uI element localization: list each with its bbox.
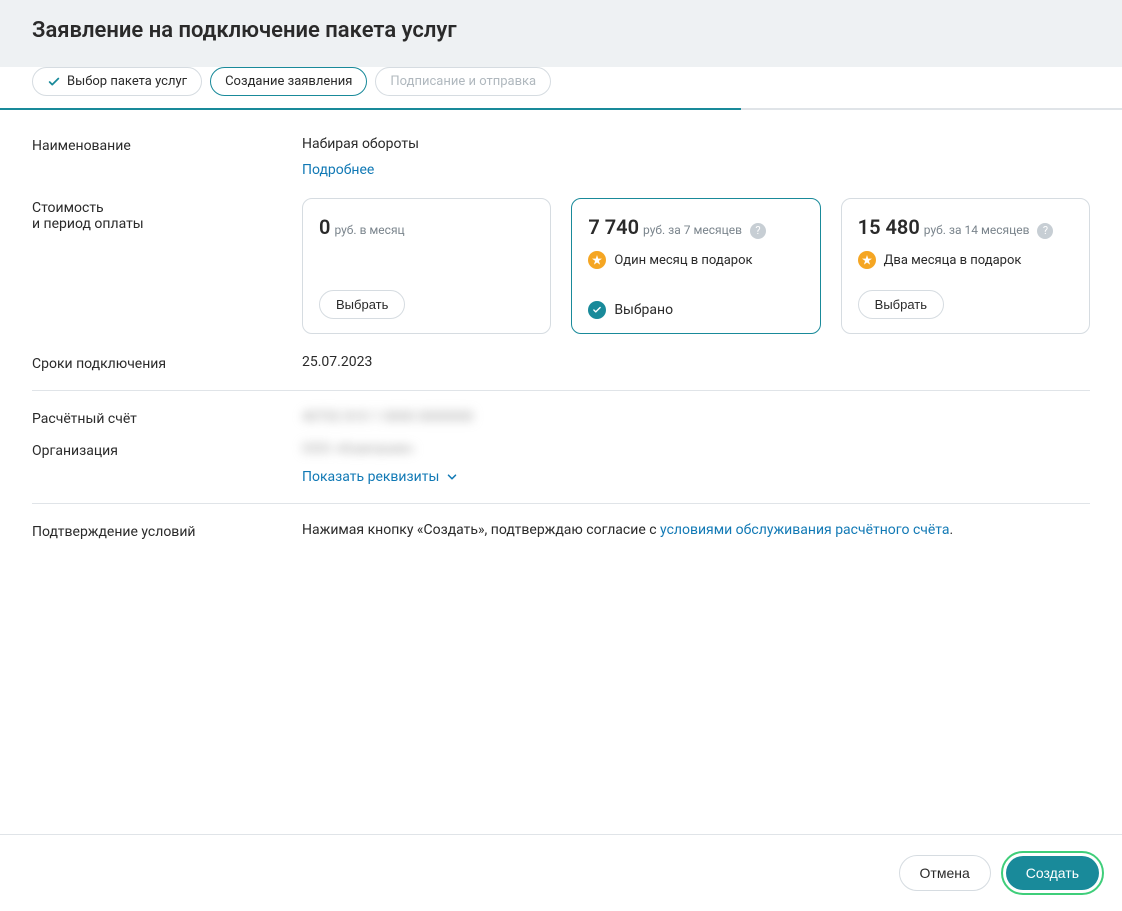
stepper: Выбор пакета услуг Создание заявления По… xyxy=(32,67,1090,96)
help-icon[interactable]: ? xyxy=(750,223,766,239)
value-organization: ООО «Компания» Показать реквизиты xyxy=(302,441,1090,485)
label-account: Расчётный счёт xyxy=(32,409,302,427)
check-icon xyxy=(47,75,61,89)
plan-amount: 7 740 xyxy=(588,215,639,239)
label-confirmation: Подтверждение условий xyxy=(32,522,302,540)
page-title: Заявление на подключение пакета услуг xyxy=(32,18,1090,43)
show-requisites-toggle[interactable]: Показать реквизиты xyxy=(302,469,1090,485)
star-icon xyxy=(588,251,606,269)
plan-footer: Выбрано xyxy=(588,301,803,319)
confirmation-suffix: . xyxy=(949,522,953,538)
star-icon xyxy=(858,251,876,269)
value-account: 40702 810 1 0000 0000000 xyxy=(302,409,1090,427)
step-chip-package[interactable]: Выбор пакета услуг xyxy=(32,67,202,96)
details-link[interactable]: Подробнее xyxy=(302,162,374,178)
plan-price: 0 руб. в месяц xyxy=(319,215,534,239)
progress-track xyxy=(0,108,1122,110)
plan-unit: руб. за 7 месяцев xyxy=(643,223,742,237)
check-circle-icon xyxy=(588,301,606,319)
primary-highlight: Создать xyxy=(1001,851,1104,895)
row-connection-date: Сроки подключения 25.07.2023 xyxy=(32,354,1090,372)
plan-unit: руб. в месяц xyxy=(334,223,404,237)
show-requisites-label: Показать реквизиты xyxy=(302,469,439,485)
value-connection-date: 25.07.2023 xyxy=(302,354,1090,372)
row-price: Стоимость и период оплаты 0 руб. в месяц… xyxy=(32,198,1090,334)
plan-card-2[interactable]: 15 480 руб. за 14 месяцев ? Два месяца в… xyxy=(841,198,1090,334)
plan-bonus: Один месяц в подарок xyxy=(588,251,803,269)
terms-link[interactable]: условиями обслуживания расчётного счёта xyxy=(660,522,949,538)
org-value-text: ООО «Компания» xyxy=(302,441,1090,457)
progress-fill xyxy=(0,108,741,110)
row-account: Расчётный счёт 40702 810 1 0000 0000000 xyxy=(32,409,1090,427)
plan-footer: Выбрать xyxy=(319,290,534,319)
plan-unit: руб. за 14 месяцев xyxy=(924,223,1030,237)
row-organization: Организация ООО «Компания» Показать рекв… xyxy=(32,441,1090,485)
step-chip-signing: Подписание и отправка xyxy=(375,67,551,96)
plan-card-0[interactable]: 0 руб. в месяц Выбрать xyxy=(302,198,551,334)
step-label: Создание заявления xyxy=(225,74,352,89)
separator xyxy=(32,390,1090,391)
plan-list: 0 руб. в месяц Выбрать 7 740 руб. xyxy=(302,198,1090,334)
plan-amount: 15 480 xyxy=(858,215,920,239)
help-icon[interactable]: ? xyxy=(1037,223,1053,239)
row-name: Наименование Набирая обороты Подробнее xyxy=(32,136,1090,178)
separator xyxy=(32,503,1090,504)
select-plan-button-2[interactable]: Выбрать xyxy=(858,290,944,319)
app-window: Заявление на подключение пакета услуг Вы… xyxy=(0,0,1122,911)
step-label: Выбор пакета услуг xyxy=(67,74,187,89)
select-plan-button-0[interactable]: Выбрать xyxy=(319,290,405,319)
row-confirmation: Подтверждение условий Нажимая кнопку «Со… xyxy=(32,522,1090,540)
label-name: Наименование xyxy=(32,136,302,178)
plan-price: 7 740 руб. за 7 месяцев ? xyxy=(588,215,803,239)
page-header: Заявление на подключение пакета услуг xyxy=(0,0,1122,67)
plan-bonus-text: Два месяца в подарок xyxy=(884,253,1022,268)
plan-chosen-label: Выбрано xyxy=(614,302,673,318)
plan-footer: Выбрать xyxy=(858,290,1073,319)
create-button[interactable]: Создать xyxy=(1006,856,1099,890)
plan-amount: 0 xyxy=(319,215,330,239)
chevron-down-icon xyxy=(445,470,459,484)
cancel-button[interactable]: Отмена xyxy=(899,855,991,891)
value-name: Набирая обороты Подробнее xyxy=(302,136,1090,178)
package-name: Набирая обороты xyxy=(302,136,1090,152)
plan-card-1[interactable]: 7 740 руб. за 7 месяцев ? Один месяц в п… xyxy=(571,198,820,334)
label-connection-date: Сроки подключения xyxy=(32,354,302,372)
confirmation-prefix: Нажимая кнопку «Создать», подтверждаю со… xyxy=(302,522,660,538)
value-confirmation: Нажимая кнопку «Создать», подтверждаю со… xyxy=(302,522,1090,540)
plan-bonus-text: Один месяц в подарок xyxy=(614,253,752,268)
step-chip-application[interactable]: Создание заявления xyxy=(210,67,367,96)
value-price: 0 руб. в месяц Выбрать 7 740 руб. xyxy=(302,198,1090,334)
label-price: Стоимость и период оплаты xyxy=(32,198,302,334)
plan-price: 15 480 руб. за 14 месяцев ? xyxy=(858,215,1073,239)
stepper-container: Выбор пакета услуг Создание заявления По… xyxy=(0,67,1122,96)
footer-actions: Отмена Создать xyxy=(0,834,1122,911)
plan-bonus: Два месяца в подарок xyxy=(858,251,1073,269)
step-label: Подписание и отправка xyxy=(390,74,536,89)
label-organization: Организация xyxy=(32,441,302,485)
form-content: Наименование Набирая обороты Подробнее С… xyxy=(0,110,1122,834)
